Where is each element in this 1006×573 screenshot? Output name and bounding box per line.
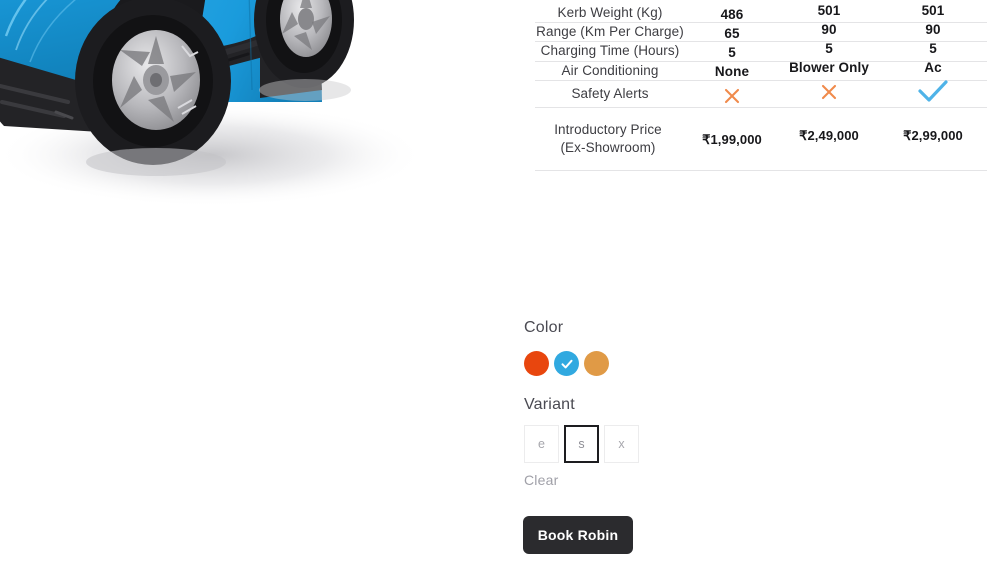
color-section-title: Color [524, 319, 564, 336]
color-swatch-light-orange[interactable] [584, 351, 609, 376]
spec-label: Air Conditioning [561, 62, 659, 78]
spec-value-variant-s: Blower Only [789, 60, 869, 76]
variant-option-e[interactable]: e [524, 425, 559, 463]
spec-value-variant-x: 90 [925, 21, 941, 37]
price-value-variant-x: ₹2,99,000 [903, 128, 963, 144]
color-swatch-group [524, 351, 609, 376]
spec-label: Kerb Weight (Kg) [557, 5, 663, 20]
spec-value-variant-s [779, 77, 879, 104]
spec-value-variant-x: 501 [921, 2, 945, 18]
variant-option-group: e s x [524, 425, 639, 463]
spec-value-variant-s: 90 [821, 21, 837, 37]
spec-value-variant-e: 486 [720, 6, 744, 22]
spec-value-variant-e [685, 81, 779, 108]
spec-value-variant-s: 501 [817, 2, 841, 18]
product-details-pane: Kerb Weight (Kg) 486 501 501 Range (Km P… [520, 0, 1006, 573]
clear-selection-link[interactable]: Clear [524, 472, 558, 488]
price-label-line-1: Introductory Price [554, 121, 662, 137]
check-icon [561, 359, 572, 368]
table-row: Introductory Price (Ex-Showroom) ₹1,99,0… [535, 107, 987, 171]
price-value-variant-s: ₹2,49,000 [799, 128, 859, 144]
spec-label: Introductory Price (Ex-Showroom) [535, 107, 685, 170]
spec-label: Range (Km Per Charge) [536, 24, 684, 40]
book-robin-button[interactable]: Book Robin [523, 516, 633, 554]
spec-comparison-table: Kerb Weight (Kg) 486 501 501 Range (Km P… [535, 2, 987, 171]
cross-icon [722, 87, 742, 103]
check-icon [917, 80, 949, 102]
spec-value-variant-e: None [714, 64, 750, 80]
price-value-variant-e: ₹1,99,000 [702, 132, 762, 148]
car-illustration [0, 0, 425, 207]
spec-value-variant-s: 5 [825, 41, 833, 57]
product-configurator-page: Kerb Weight (Kg) 486 501 501 Range (Km P… [0, 0, 1006, 573]
variant-section-title: Variant [524, 396, 575, 413]
spec-value-variant-e: 65 [724, 25, 740, 41]
car-image [0, 0, 480, 270]
spec-value-variant-x [879, 77, 987, 104]
table-row: Safety Alerts [535, 77, 987, 108]
spec-value-variant-e: 5 [728, 45, 736, 61]
spec-label: Safety Alerts [571, 85, 649, 101]
cross-icon [819, 83, 839, 99]
color-swatch-blue[interactable] [554, 351, 579, 376]
spec-value-variant-x: 5 [929, 41, 937, 57]
variant-option-x[interactable]: x [604, 425, 639, 463]
spec-value-variant-x: Ac [924, 60, 942, 76]
price-label-line-2: (Ex-Showroom) [560, 140, 656, 156]
variant-option-s[interactable]: s [564, 425, 599, 463]
product-image-pane [0, 0, 520, 573]
spec-label: Charging Time (Hours) [540, 43, 680, 59]
color-swatch-orange-red[interactable] [524, 351, 549, 376]
